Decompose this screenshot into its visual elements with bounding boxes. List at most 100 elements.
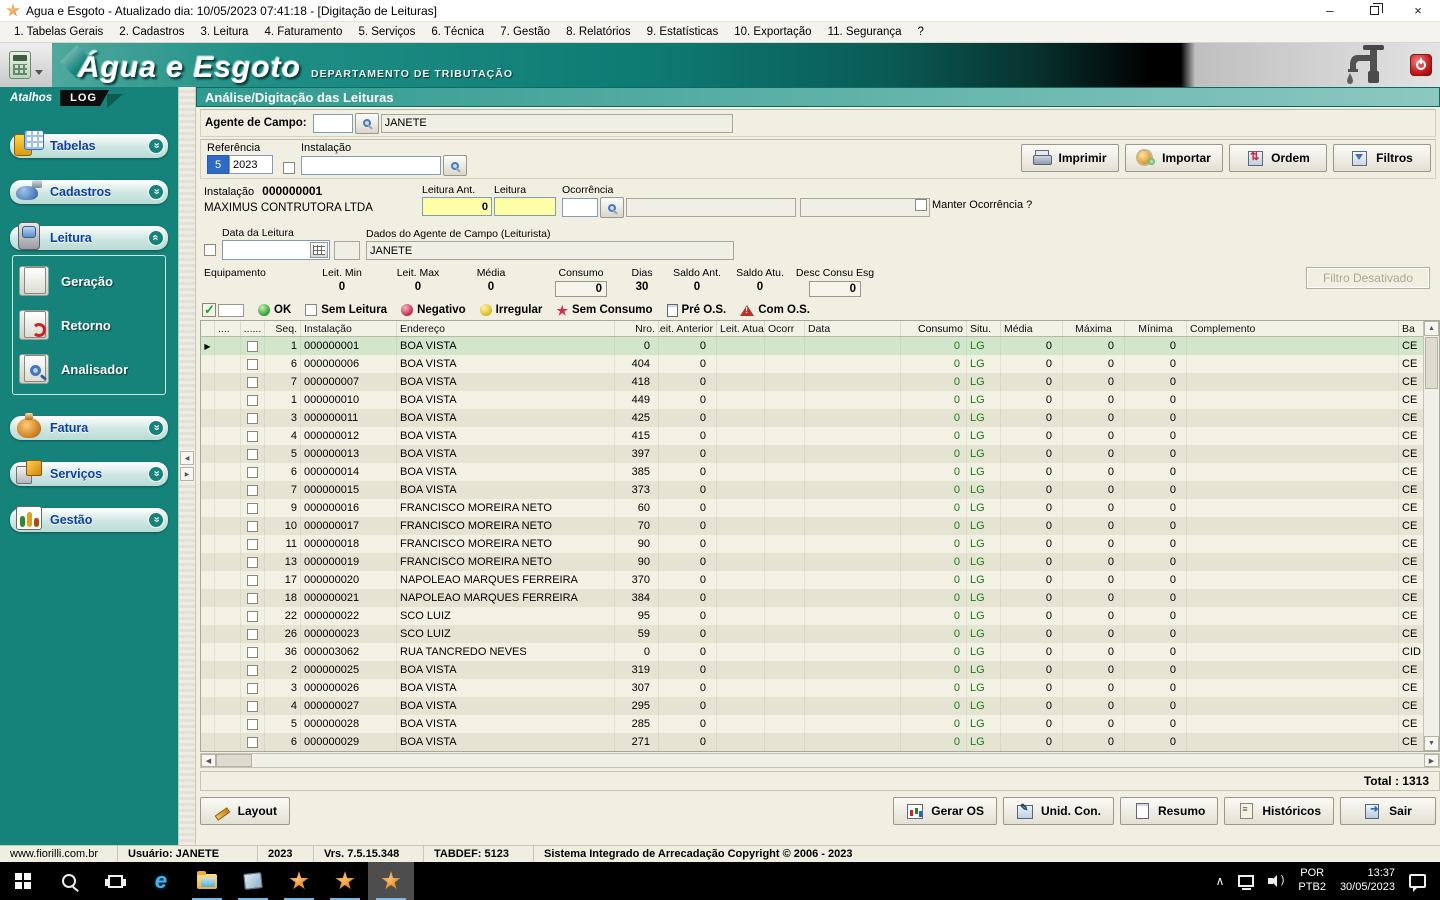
taskbar-search-button[interactable] — [46, 862, 92, 900]
network-button[interactable] — [1231, 862, 1261, 900]
menu-item[interactable]: 9. Estatísticas — [639, 23, 727, 41]
agente-code-input[interactable] — [313, 114, 353, 133]
filtros-button[interactable]: Filtros — [1333, 144, 1431, 172]
chevron-down-icon[interactable]: » — [148, 420, 164, 436]
row-checkbox[interactable] — [247, 539, 258, 550]
row-checkbox[interactable] — [247, 719, 258, 730]
table-row[interactable]: 3000000026BOA VISTA30700LG000CE — [201, 679, 1439, 697]
status-url[interactable]: www.fiorilli.com.br — [0, 846, 118, 862]
table-row[interactable]: 9000000016FRANCISCO MOREIRA NETO6000LG00… — [201, 499, 1439, 517]
language-indicator[interactable]: POR PTB2 — [1291, 862, 1333, 900]
menu-item[interactable]: 10. Exportação — [726, 23, 819, 41]
col-seq[interactable]: Seq. — [265, 321, 301, 336]
col-media[interactable]: Média — [1001, 321, 1063, 336]
table-row[interactable]: 6000000029BOA VISTA27100LG000CE — [201, 733, 1439, 751]
menu-item[interactable]: 8. Relatórios — [558, 23, 639, 41]
calculator-block[interactable] — [0, 43, 52, 87]
app-window-button[interactable] — [230, 862, 276, 900]
row-checkbox[interactable] — [247, 701, 258, 712]
menu-item[interactable]: 2. Cadastros — [111, 23, 192, 41]
col-leit-anterior[interactable]: Leit. Anterior — [659, 321, 717, 336]
table-row[interactable]: 6000000014BOA VISTA38500LG000CE — [201, 463, 1439, 481]
menu-item[interactable]: 7. Gestão — [492, 23, 558, 41]
col-maxima[interactable]: Máxima — [1063, 321, 1125, 336]
col-instalacao[interactable]: Instalação — [301, 321, 397, 336]
task-view-button[interactable] — [92, 862, 138, 900]
table-row[interactable]: 22000000022SCO LUIZ9500LG000CE — [201, 607, 1439, 625]
col-endereco[interactable]: Endereço — [397, 321, 615, 336]
fiorilli-app-1-button[interactable] — [276, 862, 322, 900]
log-badge[interactable]: LOG — [60, 90, 109, 106]
restore-button[interactable] — [1352, 0, 1396, 21]
resumo-button[interactable]: Resumo — [1120, 797, 1218, 825]
filtro-desativado-button[interactable]: Filtro Desativado — [1306, 267, 1430, 289]
leitura-input[interactable] — [494, 197, 556, 216]
scroll-down-icon[interactable]: ▼ — [1424, 736, 1439, 751]
sidebar-group-gestao[interactable]: Gestão » — [10, 508, 168, 532]
table-row[interactable]: 2000000025BOA VISTA31900LG000CE — [201, 661, 1439, 679]
col-ocorr[interactable]: Ocorr — [765, 321, 805, 336]
internet-explorer-button[interactable]: e — [138, 862, 184, 900]
sair-button[interactable]: Sair — [1340, 797, 1436, 825]
row-checkbox[interactable] — [247, 503, 258, 514]
data-leitura-input[interactable] — [222, 240, 330, 260]
row-checkbox[interactable] — [247, 557, 258, 568]
volume-button[interactable]: ) — [1261, 862, 1291, 900]
manter-ocorrencia-checkbox[interactable] — [915, 199, 927, 211]
sidebar-scrollbar[interactable]: ◀ ▶ — [178, 87, 196, 845]
ordem-button[interactable]: Ordem — [1229, 144, 1327, 172]
col-dots2[interactable]: ...... — [241, 321, 265, 336]
notification-button[interactable] — [1402, 862, 1440, 900]
table-row[interactable]: 26000000023SCO LUIZ5900LG000CE — [201, 625, 1439, 643]
row-checkbox[interactable] — [247, 521, 258, 532]
col-leit-atual[interactable]: Leit. Atual — [717, 321, 765, 336]
row-checkbox[interactable] — [247, 377, 258, 388]
menu-item[interactable]: 5. Serviços — [350, 23, 423, 41]
scroll-left-icon[interactable]: ◀ — [201, 754, 216, 767]
menu-item[interactable]: ? — [910, 23, 932, 41]
select-all-check-icon[interactable] — [202, 303, 216, 317]
menu-item[interactable]: 6. Técnica — [423, 23, 492, 41]
vscroll-thumb[interactable] — [1425, 337, 1438, 389]
imprimir-button[interactable]: Imprimir — [1021, 144, 1119, 172]
calendar-icon[interactable] — [310, 242, 328, 258]
row-checkbox[interactable] — [247, 683, 258, 694]
tray-chevron-button[interactable]: ∧ — [1209, 862, 1232, 900]
scroll-right-icon[interactable]: ▶ — [1424, 754, 1439, 767]
table-row[interactable]: 5000000028BOA VISTA28500LG000CE — [201, 715, 1439, 733]
table-row[interactable]: 1000000010BOA VISTA44900LG000CE — [201, 391, 1439, 409]
table-row[interactable]: ▶1000000001BOA VISTA000LG000CE — [201, 337, 1439, 355]
table-row[interactable]: 3000000011BOA VISTA42500LG000CE — [201, 409, 1439, 427]
gerar-os-button[interactable]: Gerar OS — [893, 797, 997, 825]
col-situ[interactable]: Situ. — [967, 321, 1001, 336]
table-row[interactable]: 7000000015BOA VISTA37300LG000CE — [201, 481, 1439, 499]
row-checkbox[interactable] — [247, 449, 258, 460]
sidebar-item-analisador[interactable]: Analisador — [19, 354, 159, 384]
table-row[interactable]: 7000000007BOA VISTA41800LG000CE — [201, 373, 1439, 391]
chevron-down-icon[interactable]: » — [148, 184, 164, 200]
col-minima[interactable]: Mínima — [1125, 321, 1187, 336]
scroll-up-icon[interactable]: ▲ — [1424, 321, 1439, 336]
close-button[interactable]: × — [1396, 0, 1440, 21]
data-leitura-checkbox[interactable] — [204, 244, 216, 256]
chevron-down-icon[interactable]: » — [148, 512, 164, 528]
row-checkbox[interactable] — [247, 647, 258, 658]
row-checkbox[interactable] — [247, 737, 258, 748]
chevron-down-icon[interactable]: » — [148, 466, 164, 482]
historicos-button[interactable]: Históricos — [1224, 797, 1334, 825]
table-row[interactable]: 13000000019FRANCISCO MOREIRA NETO9000LG0… — [201, 553, 1439, 571]
row-checkbox[interactable] — [247, 593, 258, 604]
row-checkbox[interactable] — [247, 359, 258, 370]
file-explorer-button[interactable] — [184, 862, 230, 900]
table-row[interactable]: 36000003062RUA TANCREDO NEVES000LG000CID — [201, 643, 1439, 661]
row-checkbox[interactable] — [247, 467, 258, 478]
instalacao-filter-input[interactable] — [301, 156, 441, 175]
col-data[interactable]: Data — [805, 321, 901, 336]
row-checkbox[interactable] — [247, 665, 258, 676]
table-row[interactable]: 4000000012BOA VISTA41500LG000CE — [201, 427, 1439, 445]
scroll-right-icon[interactable]: ▶ — [180, 467, 194, 481]
row-checkbox[interactable] — [247, 395, 258, 406]
agente-search-button[interactable] — [355, 113, 379, 134]
table-row[interactable]: 10000000017FRANCISCO MOREIRA NETO7000LG0… — [201, 517, 1439, 535]
col-dots[interactable]: .... — [215, 321, 241, 336]
